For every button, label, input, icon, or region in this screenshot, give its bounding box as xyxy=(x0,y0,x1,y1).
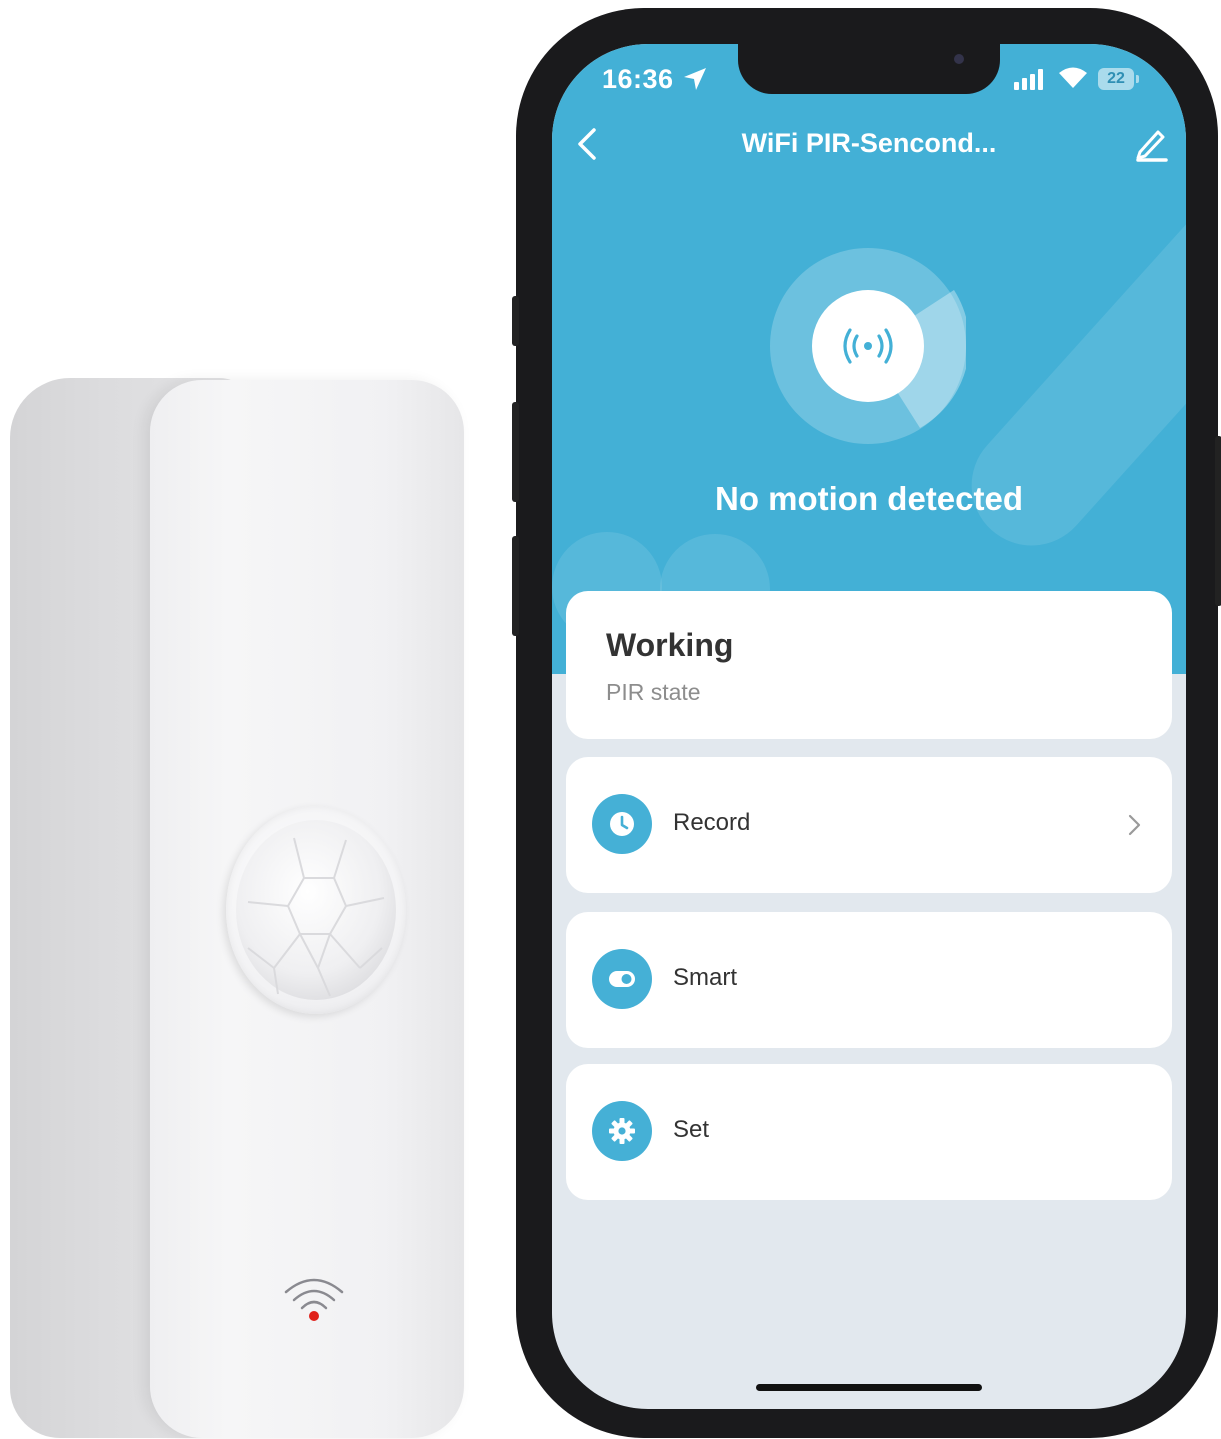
phone-volume-down-button xyxy=(512,536,519,636)
device-title: WiFi PIR-Sencond... xyxy=(741,128,997,158)
phone-notch xyxy=(738,44,1000,94)
motion-status-text: No motion detected xyxy=(714,480,1023,517)
phone-power-button xyxy=(1215,436,1221,606)
wifi-icon xyxy=(1059,67,1087,88)
phone-mute-switch xyxy=(512,296,519,346)
home-indicator[interactable] xyxy=(756,1384,982,1391)
chevron-right-icon xyxy=(1128,814,1141,836)
record-row[interactable]: Record xyxy=(566,757,1172,893)
record-label: Record xyxy=(673,809,751,836)
location-arrow-icon xyxy=(684,68,706,90)
pir-sensor-device xyxy=(0,0,480,1439)
set-row[interactable]: Set xyxy=(566,1064,1172,1200)
pir-state-value: Working xyxy=(606,627,734,663)
motion-sensor-broadcast-icon xyxy=(843,328,893,364)
set-label: Set xyxy=(673,1116,710,1143)
back-chevron-icon[interactable] xyxy=(572,126,602,162)
phone-volume-up-button xyxy=(512,402,519,502)
cellular-signal-icon xyxy=(1014,69,1043,90)
smart-row[interactable]: Smart xyxy=(566,912,1172,1048)
phone-screen: No motion detected 16:36 22 WiFi PIR-Sen… xyxy=(552,44,1186,1409)
front-camera xyxy=(954,54,964,64)
toggle-icon xyxy=(592,949,652,1009)
wifi-indicator-icon xyxy=(284,1278,344,1321)
gear-icon xyxy=(592,1101,652,1161)
pir-state-card: Working PIR state xyxy=(566,591,1172,739)
pir-lens-icon xyxy=(236,820,396,1000)
battery-icon: 22 xyxy=(1098,68,1134,90)
battery-tip xyxy=(1136,75,1139,83)
clock-icon xyxy=(592,794,652,854)
pir-state-label: PIR state xyxy=(606,679,701,705)
status-time: 16:36 xyxy=(602,64,674,94)
pencil-icon[interactable] xyxy=(1134,126,1168,162)
smart-label: Smart xyxy=(673,964,738,991)
